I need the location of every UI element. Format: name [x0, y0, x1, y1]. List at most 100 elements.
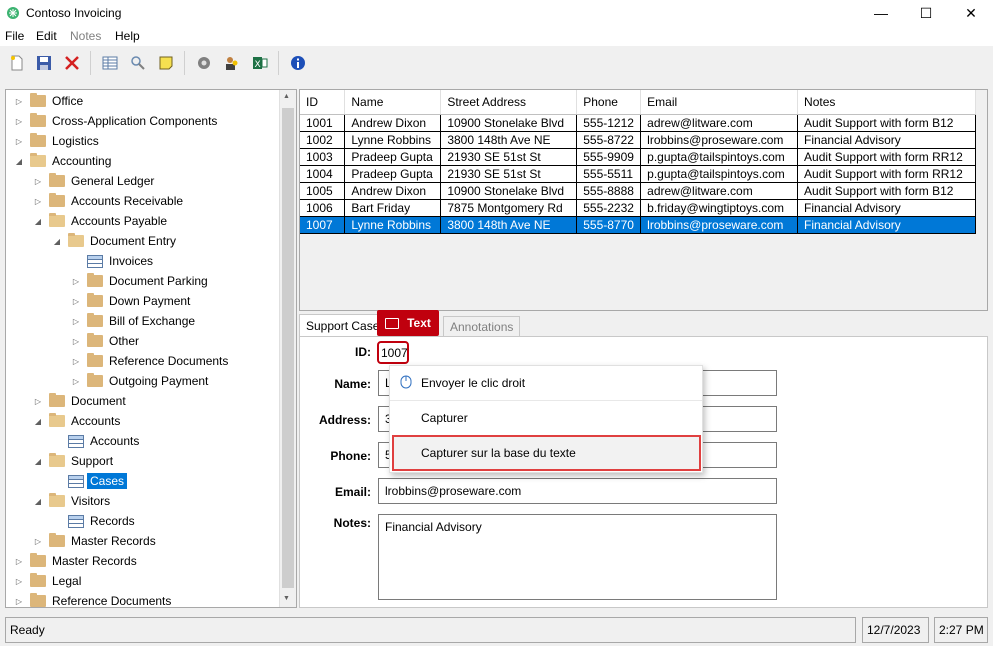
data-table: ID Name Street Address Phone Email Notes…	[300, 90, 976, 234]
users-button[interactable]	[221, 52, 243, 74]
tree-item-accounts-payable[interactable]: ◢ Accounts Payable	[33, 211, 167, 231]
folder-icon	[30, 573, 46, 587]
tree-item-accounting[interactable]: ◢ Accounting	[14, 151, 111, 171]
table-row[interactable]: 1003 Pradeep Gupta 21930 SE 51st St 555-990…	[300, 148, 976, 166]
column-header-street[interactable]: Street Address	[440, 90, 578, 115]
close-button[interactable]: ✕	[948, 0, 993, 26]
expand-icon[interactable]: ▷	[71, 317, 81, 326]
table-row[interactable]: 1002 Lynne Robbins 3800 148th Ave NE 555-87…	[300, 131, 976, 149]
tree-item-master-records[interactable]: ▷ Master Records	[14, 551, 137, 571]
expand-icon[interactable]: ▷	[14, 577, 24, 586]
tree-item-cases[interactable]: Cases	[68, 471, 128, 491]
expand-icon[interactable]: ▷	[33, 397, 43, 406]
tree-scrollbar[interactable]: ▲ ▼	[279, 90, 296, 607]
expand-icon[interactable]: ▷	[14, 137, 24, 146]
id-label: ID:	[355, 345, 371, 359]
collapse-icon[interactable]: ◢	[52, 237, 62, 246]
expand-icon[interactable]: ▷	[14, 117, 24, 126]
tree-item-master-records-sub[interactable]: ▷ Master Records	[33, 531, 156, 551]
expand-icon[interactable]: ▷	[71, 337, 81, 346]
save-button[interactable]	[33, 52, 55, 74]
email-field[interactable]: lrobbins@proseware.com	[378, 478, 777, 504]
collapse-icon[interactable]: ◢	[14, 157, 24, 166]
new-button[interactable]	[6, 52, 28, 74]
expand-icon[interactable]: ▷	[71, 357, 81, 366]
expand-icon[interactable]: ▷	[14, 97, 24, 106]
note-button[interactable]	[155, 52, 177, 74]
folder-icon	[49, 193, 65, 207]
tree-item-logistics[interactable]: ▷ Logistics	[14, 131, 99, 151]
expand-icon[interactable]: ▷	[71, 277, 81, 286]
column-header-id[interactable]: ID	[300, 90, 346, 115]
tree-item-outgoing-payment[interactable]: ▷ Outgoing Payment	[71, 371, 208, 391]
expand-icon[interactable]: ▷	[33, 197, 43, 206]
scroll-down-icon[interactable]: ▼	[283, 595, 290, 602]
tree-item-records[interactable]: Records	[68, 511, 135, 531]
tree-item-invoices[interactable]: Invoices	[87, 251, 153, 271]
delete-button[interactable]	[61, 52, 83, 74]
tree-item-accounts-receivable[interactable]: ▷ Accounts Receivable	[33, 191, 183, 211]
menu-item-capture[interactable]: Capturer	[390, 401, 702, 435]
info-button[interactable]	[287, 52, 309, 74]
folder-icon	[87, 313, 103, 327]
table-row[interactable]: 1001 Andrew Dixon 10900 Stonelake Blvd 555-…	[300, 114, 976, 132]
expand-icon[interactable]: ▷	[71, 297, 81, 306]
tree-item-accounts[interactable]: ◢ Accounts	[33, 411, 120, 431]
collapse-icon[interactable]: ◢	[33, 417, 43, 426]
tree-item-reference-documents[interactable]: ▷ Reference Documents	[14, 591, 171, 607]
notes-field[interactable]: Financial Advisory	[378, 514, 777, 600]
tab-annotations[interactable]: Annotations	[443, 316, 521, 336]
tab-support-case[interactable]: Support Case	[299, 314, 387, 337]
menu-item-capture-text[interactable]: Capturer sur la base du texte	[392, 435, 701, 471]
table-row-selected[interactable]: 1007 Lynne Robbins 3800 148th Ave NE 555-87…	[300, 216, 976, 234]
table-row[interactable]: 1004 Pradeep Gupta 21930 SE 51st St 555-551…	[300, 165, 976, 183]
tree-item-cross-app[interactable]: ▷ Cross-Application Components	[14, 111, 217, 131]
menu-help[interactable]: Help	[115, 29, 140, 43]
minimize-button[interactable]: —	[858, 0, 904, 26]
tree-item-document-entry[interactable]: ◢ Document Entry	[52, 231, 176, 251]
menu-file[interactable]: File	[5, 29, 24, 43]
expand-icon[interactable]: ▷	[71, 377, 81, 386]
scroll-up-icon[interactable]: ▲	[283, 93, 290, 100]
cell-name: Pradeep Gupta	[344, 165, 442, 183]
navigation-tree[interactable]: ▷ Office ▷ Cross-Application Components ▷ L…	[5, 89, 297, 608]
tree-item-general-ledger[interactable]: ▷ General Ledger	[33, 171, 154, 191]
cases-grid[interactable]: ID Name Street Address Phone Email Notes…	[299, 89, 988, 311]
tree-item-document-parking[interactable]: ▷ Document Parking	[71, 271, 208, 291]
menu-notes[interactable]: Notes	[70, 29, 101, 43]
tree-item-legal[interactable]: ▷ Legal	[14, 571, 81, 591]
tree-item-other[interactable]: ▷ Other	[71, 331, 139, 351]
excel-button[interactable]: X	[249, 52, 271, 74]
maximize-button[interactable]: ☐	[903, 0, 949, 26]
tree-item-reference-documents-sub[interactable]: ▷ Reference Documents	[71, 351, 228, 371]
column-header-notes[interactable]: Notes	[797, 90, 976, 115]
menu-edit[interactable]: Edit	[36, 29, 57, 43]
search-button[interactable]	[127, 52, 149, 74]
table-row[interactable]: 1005 Andrew Dixon 10900 Stonelake Blvd 555-…	[300, 182, 976, 200]
menu-item-send-right-click[interactable]: Envoyer le clic droit	[390, 366, 702, 400]
tree-item-down-payment[interactable]: ▷ Down Payment	[71, 291, 190, 311]
column-header-name[interactable]: Name	[344, 90, 442, 115]
expand-icon[interactable]: ▷	[14, 557, 24, 566]
tree-item-office[interactable]: ▷ Office	[14, 91, 83, 111]
grid-icon	[87, 254, 103, 268]
settings-button[interactable]	[193, 52, 215, 74]
tree-item-document[interactable]: ▷ Document	[33, 391, 126, 411]
expand-icon[interactable]: ▷	[33, 177, 43, 186]
close-icon: ✕	[965, 4, 977, 21]
tree-item-accounts-grid[interactable]: Accounts	[68, 431, 139, 451]
table-row[interactable]: 1006 Bart Friday 7875 Montgomery Rd 555-223…	[300, 199, 976, 217]
scrollbar-thumb[interactable]	[282, 108, 294, 588]
table-button[interactable]	[99, 52, 121, 74]
collapse-icon[interactable]: ◢	[33, 217, 43, 226]
tree-item-bill-of-exchange[interactable]: ▷ Bill of Exchange	[71, 311, 195, 331]
expand-icon[interactable]: ▷	[14, 597, 24, 606]
column-header-phone[interactable]: Phone	[576, 90, 642, 115]
column-header-email[interactable]: Email	[640, 90, 799, 115]
element-highlight	[377, 341, 409, 364]
tree-item-visitors[interactable]: ◢ Visitors	[33, 491, 110, 511]
expand-icon[interactable]: ▷	[33, 537, 43, 546]
collapse-icon[interactable]: ◢	[33, 457, 43, 466]
tree-item-support[interactable]: ◢ Support	[33, 451, 113, 471]
collapse-icon[interactable]: ◢	[33, 497, 43, 506]
